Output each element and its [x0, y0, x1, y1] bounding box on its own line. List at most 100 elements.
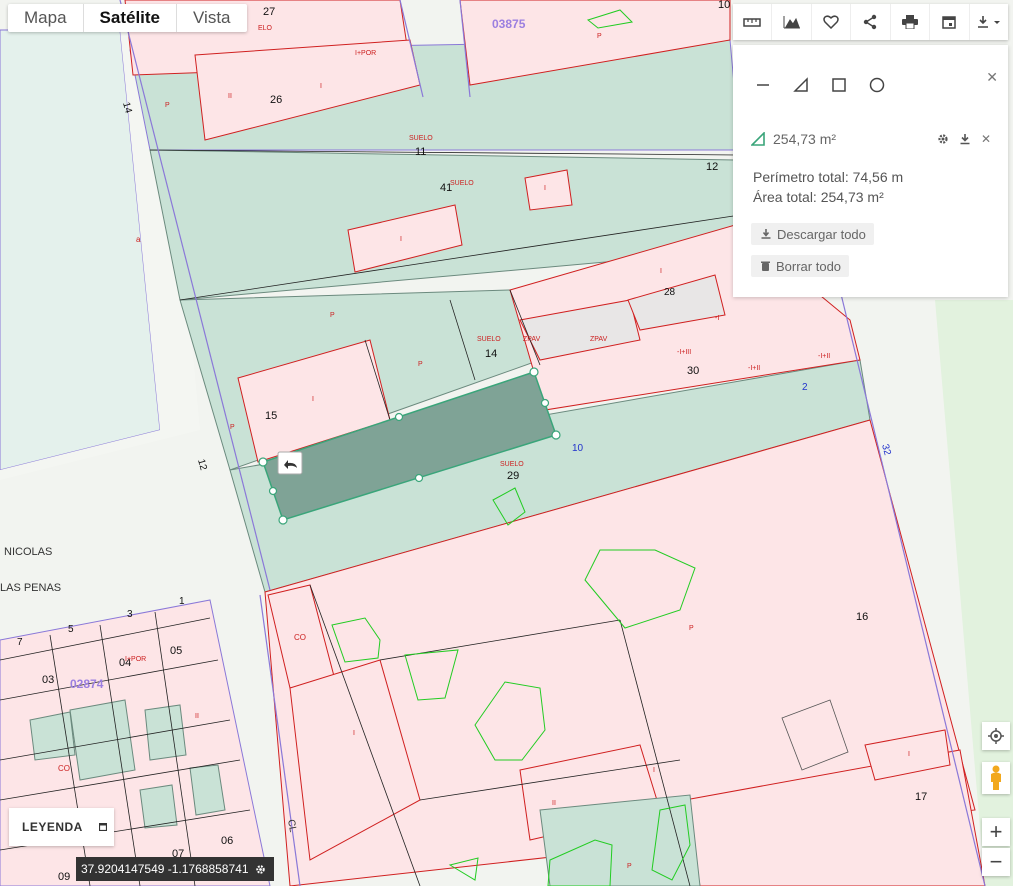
tab-mapa[interactable]: Mapa [8, 4, 84, 32]
label-03: 03 [42, 674, 54, 686]
block-label-02874: 02874 [70, 677, 104, 691]
legend-button[interactable]: LEYENDA [9, 808, 114, 846]
expand-icon [98, 823, 107, 831]
label-06: 06 [221, 835, 233, 847]
rectangle-tool-button[interactable] [827, 73, 851, 97]
measurement-panel: ✕ 254,73 m² ✕ Perímetro total: 74,56 m Á… [733, 45, 1008, 297]
label-2-blue: 2 [802, 382, 808, 393]
label-5: 5 [68, 624, 74, 635]
shape-tools [751, 73, 889, 97]
label-28: 28 [664, 287, 676, 298]
block-label-03875: 03875 [492, 17, 526, 31]
label-i-3: I [544, 185, 546, 192]
download-all-button[interactable]: Descargar todo [751, 223, 874, 245]
location-target-icon [988, 728, 1004, 744]
label-zpav-2: ZPAV [590, 336, 608, 343]
label-p-6: P [597, 33, 602, 40]
block-02874-green-e [139, 784, 178, 829]
pegman-icon [991, 765, 1001, 790]
street-label-las-penas: LAS PENAS [0, 582, 61, 594]
street-label-nicolas: NICOLAS [4, 546, 52, 558]
panel-close-icon[interactable]: ✕ [986, 69, 998, 86]
line-tool-button[interactable] [751, 73, 775, 97]
block-02874-green-a [29, 711, 76, 761]
measurement-settings-button[interactable] [937, 133, 949, 145]
label-p-7: P [627, 863, 632, 870]
delete-all-button[interactable]: Borrar todo [751, 255, 850, 277]
label-3: 3 [127, 609, 133, 620]
label-ipor: I+POR [355, 50, 376, 57]
label-co-1: CO [294, 633, 306, 642]
label-12-top: 12 [706, 161, 718, 173]
label-zpav-1: ZPAV [523, 336, 541, 343]
download-icon [977, 16, 1000, 28]
label-p-2: P [330, 312, 335, 319]
label-i-1: I [320, 83, 322, 90]
label-i-4: I [312, 396, 314, 403]
print-button[interactable] [891, 4, 931, 40]
zoom-in-button[interactable]: + [982, 818, 1010, 846]
label-iiii: -I+III [677, 349, 691, 356]
label-suelo-2: SUELO [450, 180, 474, 187]
label-26: 26 [270, 94, 282, 106]
label-15: 15 [265, 410, 277, 422]
gear-icon [938, 134, 948, 144]
calendar-button[interactable] [930, 4, 970, 40]
share-button[interactable] [851, 4, 891, 40]
rectangle-tool-icon [832, 78, 846, 92]
label-suelo-3: SUELO [477, 336, 501, 343]
label-09: 09 [58, 871, 70, 883]
legend-label: LEYENDA [22, 820, 83, 834]
my-location-button[interactable] [982, 722, 1010, 750]
label-i-7: I [908, 751, 910, 758]
ruler-button[interactable] [733, 4, 773, 40]
tab-vista[interactable]: Vista [177, 4, 247, 32]
label-p-3: P [418, 361, 423, 368]
download-button[interactable] [970, 4, 1008, 40]
circle-tool-button[interactable] [865, 73, 889, 97]
label-elo: ELO [258, 25, 273, 32]
map-type-tabs: Mapa Satélite Vista [8, 4, 247, 32]
label-ii-1: II [228, 93, 232, 100]
measurement-remove-button[interactable]: ✕ [981, 132, 991, 146]
perimeter-total: Perímetro total: 74,56 m [753, 169, 904, 185]
label-p-5: P [689, 625, 694, 632]
trash-icon [761, 261, 770, 271]
share-icon [864, 14, 877, 30]
label-14: 14 [485, 348, 497, 360]
ruler-icon [743, 18, 761, 27]
undo-vertex-button[interactable] [277, 451, 303, 475]
polygon-tool-button[interactable] [789, 73, 813, 97]
delete-all-label: Borrar todo [776, 258, 842, 274]
measurement-totals: Perímetro total: 74,56 m Área total: 254… [753, 167, 903, 207]
favorite-button[interactable] [812, 4, 852, 40]
measurement-actions: ✕ [937, 132, 991, 146]
map-toolbar [733, 4, 1008, 40]
measurement-download-button[interactable] [959, 133, 971, 145]
label-i-6: I [353, 730, 355, 737]
tab-satelite[interactable]: Satélite [84, 4, 178, 32]
calendar-icon [942, 16, 957, 29]
label-17: 17 [915, 791, 927, 803]
label-27: 27 [263, 6, 275, 18]
gear-icon[interactable] [255, 864, 266, 875]
label-co-2: CO [58, 764, 70, 773]
download-all-label: Descargar todo [777, 226, 866, 242]
label-11: 11 [415, 146, 426, 158]
area-total: Área total: 254,73 m² [753, 189, 884, 205]
elevation-button[interactable] [772, 4, 812, 40]
label-iii-1: -I+II [748, 365, 760, 372]
circle-tool-icon [869, 77, 885, 93]
street-view-pegman[interactable] [982, 762, 1010, 794]
label-29: 29 [507, 470, 519, 482]
label-ipor-small: I+POR [125, 656, 146, 663]
label-ii-2: II [552, 800, 556, 807]
heart-icon [823, 15, 839, 29]
measurement-area-label: 254,73 m² [773, 131, 837, 147]
label-10-blue: 10 [572, 443, 584, 454]
coordinates-readout: 37.92041475​49 -1.1768858741 [76, 857, 274, 881]
street-label-cl: CL [285, 819, 298, 834]
label-p-4: P [230, 424, 235, 431]
zoom-out-button[interactable]: − [982, 848, 1010, 876]
minus-icon: − [989, 849, 1003, 874]
